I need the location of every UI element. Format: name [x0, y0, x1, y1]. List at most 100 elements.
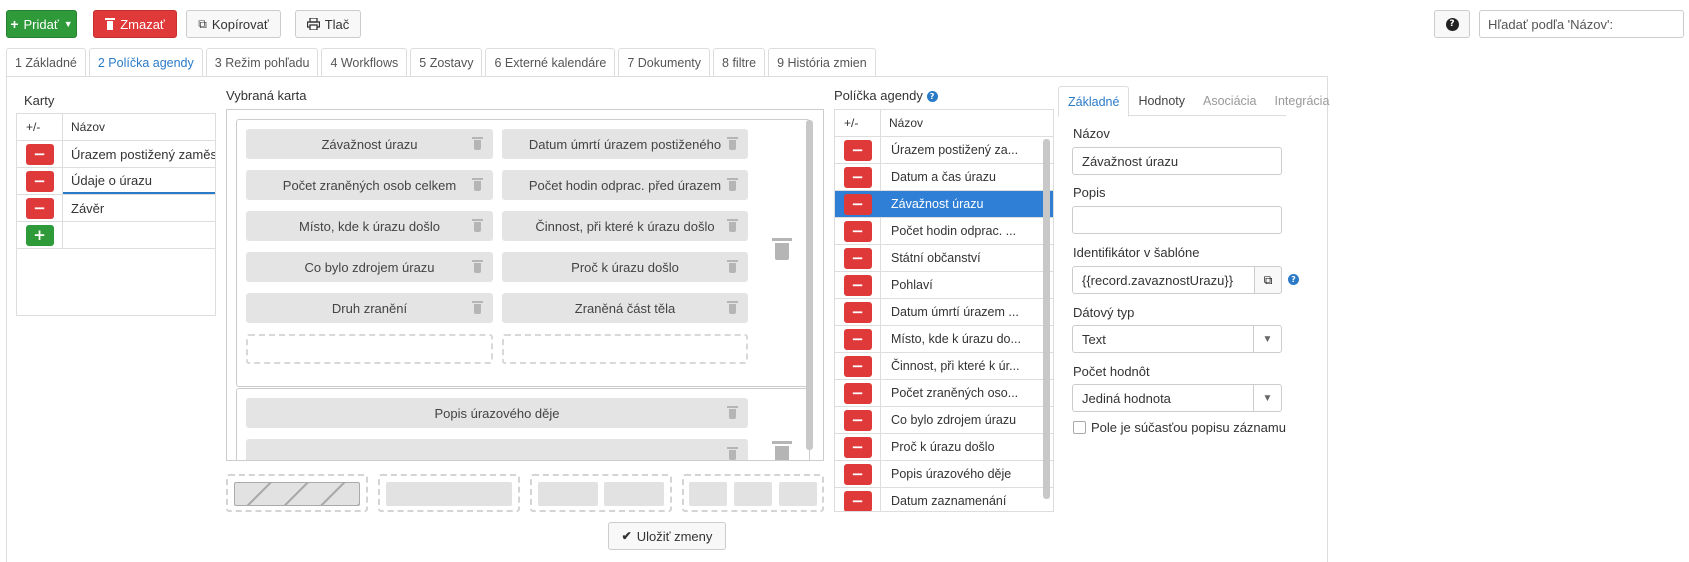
table-row[interactable]: − Místo, kde k úrazu do... — [835, 326, 1053, 353]
trash-icon[interactable] — [727, 406, 738, 419]
remove-card-button[interactable]: − — [25, 143, 54, 165]
record-description-checkbox[interactable] — [1073, 421, 1086, 434]
tab-detail-basic[interactable]: Základné — [1058, 86, 1130, 117]
field-chip[interactable]: Činnost, při které k úrazu došlo — [502, 211, 748, 241]
add-button[interactable]: + Pridať ▼ — [6, 10, 77, 38]
field-chip[interactable]: Místo, kde k úrazu došlo — [246, 211, 493, 241]
card-name[interactable]: Závěr — [63, 195, 215, 221]
layout-option-single[interactable] — [378, 474, 520, 512]
tab-detail-integration[interactable]: Integrácia — [1266, 86, 1339, 116]
tab-detail-association[interactable]: Asociácia — [1194, 86, 1266, 116]
field-chip[interactable]: Závažnost úrazu — [246, 129, 493, 159]
trash-icon[interactable] — [472, 260, 483, 273]
remove-card-button[interactable]: − — [25, 170, 54, 192]
field-name[interactable]: Datum a čas úrazu — [881, 164, 1053, 190]
copy-identifier-button[interactable]: ⧉ — [1254, 266, 1282, 294]
field-chip[interactable]: Počet zraněných osob celkem — [246, 170, 493, 200]
remove-field-button[interactable]: − — [843, 247, 872, 269]
trash-icon[interactable] — [727, 178, 738, 191]
table-row[interactable]: − Státní občanství — [835, 245, 1053, 272]
field-name[interactable]: Popis úrazového děje — [881, 461, 1053, 487]
value-count-select[interactable]: Jediná hodnota ▼ — [1072, 384, 1282, 412]
card-name[interactable]: Úrazem postižený zaměs — [63, 141, 215, 167]
remove-field-button[interactable]: − — [843, 193, 872, 215]
layout-option-two[interactable] — [530, 474, 672, 512]
add-card-button[interactable]: + — [25, 224, 54, 246]
name-input[interactable]: Závažnost úrazu — [1072, 147, 1282, 175]
table-row[interactable]: − Pohlaví — [835, 272, 1053, 299]
remove-field-button[interactable]: − — [843, 490, 872, 511]
remove-field-button[interactable]: − — [843, 274, 872, 296]
field-name[interactable]: Činnost, při které k úr... — [881, 353, 1053, 379]
table-row[interactable]: − Počet zraněných oso... — [835, 380, 1053, 407]
remove-field-button[interactable]: − — [843, 355, 872, 377]
remove-field-button[interactable]: − — [843, 301, 872, 323]
field-name[interactable]: Počet hodin odprac. ... — [881, 218, 1053, 244]
empty-slot[interactable] — [246, 334, 493, 364]
field-chip[interactable]: Počet hodin odprac. před úrazem — [502, 170, 748, 200]
table-row[interactable]: − Datum zaznamenání — [835, 488, 1053, 511]
table-row[interactable]: − Co bylo zdrojem úrazu — [835, 407, 1053, 434]
remove-field-button[interactable]: − — [843, 409, 872, 431]
tab-external-calendars[interactable]: 6 Externé kalendáre — [485, 48, 616, 76]
table-row[interactable]: − Úrazem postižený za... — [835, 137, 1053, 164]
remove-card-button[interactable]: − — [25, 197, 54, 219]
trash-icon[interactable] — [727, 219, 738, 232]
field-chip[interactable]: Datum úmrtí úrazem postiženého — [502, 129, 748, 159]
remove-field-button[interactable]: − — [843, 139, 872, 161]
data-type-select[interactable]: Text ▼ — [1072, 325, 1282, 353]
table-row[interactable]: − Popis úrazového děje — [835, 461, 1053, 488]
trash-icon[interactable] — [472, 301, 483, 314]
field-name[interactable]: Proč k úrazu došlo — [881, 434, 1053, 460]
help-icon[interactable]: ? — [1288, 274, 1299, 285]
field-name[interactable]: Závažnost úrazu — [881, 191, 1053, 217]
remove-field-button[interactable]: − — [843, 220, 872, 242]
tab-history[interactable]: 9 História zmien — [768, 48, 876, 76]
tab-workflows[interactable]: 4 Workflows — [321, 48, 408, 76]
tab-filters[interactable]: 8 filtre — [713, 48, 766, 76]
remove-field-button[interactable]: − — [843, 436, 872, 458]
table-row[interactable]: − Údaje o úrazu — [17, 168, 215, 195]
tab-detail-values[interactable]: Hodnoty — [1129, 86, 1194, 116]
field-name[interactable]: Datum zaznamenání — [881, 488, 1053, 511]
fields-scrollbar[interactable] — [1043, 139, 1050, 499]
field-chip[interactable]: Co bylo zdrojem úrazu — [246, 252, 493, 282]
tab-basic[interactable]: 1 Základné — [6, 48, 86, 76]
template-id-input[interactable]: {{record.zavaznostUrazu}} — [1072, 266, 1255, 294]
search-input[interactable] — [1479, 10, 1684, 38]
field-chip[interactable]: Proč k úrazu došlo — [502, 252, 748, 282]
delete-section-icon[interactable] — [772, 238, 792, 260]
table-row[interactable]: − Závažnost úrazu — [835, 191, 1053, 218]
delete-button[interactable]: Zmazať — [93, 10, 177, 38]
trash-icon[interactable] — [727, 260, 738, 273]
card-name[interactable]: Údaje o úrazu — [63, 168, 215, 194]
table-row[interactable]: − Úrazem postižený zaměs — [17, 141, 215, 168]
table-row[interactable]: − Závěr — [17, 195, 215, 222]
trash-icon[interactable] — [727, 137, 738, 150]
field-name[interactable]: Datum úmrtí úrazem ... — [881, 299, 1053, 325]
layout-option-hatched[interactable] — [226, 474, 368, 512]
field-name[interactable]: Co bylo zdrojem úrazu — [881, 407, 1053, 433]
tab-agenda-fields[interactable]: 2 Políčka agendy — [88, 48, 203, 76]
delete-section-icon[interactable] — [772, 441, 792, 460]
layout-option-three[interactable] — [682, 474, 824, 512]
field-name[interactable]: Pohlaví — [881, 272, 1053, 298]
field-name[interactable]: Místo, kde k úrazu do... — [881, 326, 1053, 352]
trash-icon[interactable] — [472, 219, 483, 232]
table-row[interactable]: − Datum a čas úrazu — [835, 164, 1053, 191]
field-chip[interactable]: Druh zranění — [246, 293, 493, 323]
table-row[interactable]: − Počet hodin odprac. ... — [835, 218, 1053, 245]
card-scrollbar[interactable] — [806, 120, 813, 450]
save-changes-button[interactable]: ✔ Uložiť zmeny — [608, 522, 726, 550]
tab-documents[interactable]: 7 Dokumenty — [618, 48, 711, 76]
description-input[interactable] — [1072, 206, 1282, 234]
field-chip[interactable]: Zraněná část těla — [502, 293, 748, 323]
trash-icon[interactable] — [727, 447, 738, 460]
remove-field-button[interactable]: − — [843, 166, 872, 188]
table-row[interactable]: − Proč k úrazu došlo — [835, 434, 1053, 461]
help-icon[interactable]: ? — [926, 91, 938, 103]
field-name[interactable]: Státní občanství — [881, 245, 1053, 271]
trash-icon[interactable] — [727, 301, 738, 314]
trash-icon[interactable] — [472, 178, 483, 191]
record-description-checkbox-label[interactable]: Pole je súčasťou popisu záznamu — [1091, 420, 1286, 435]
